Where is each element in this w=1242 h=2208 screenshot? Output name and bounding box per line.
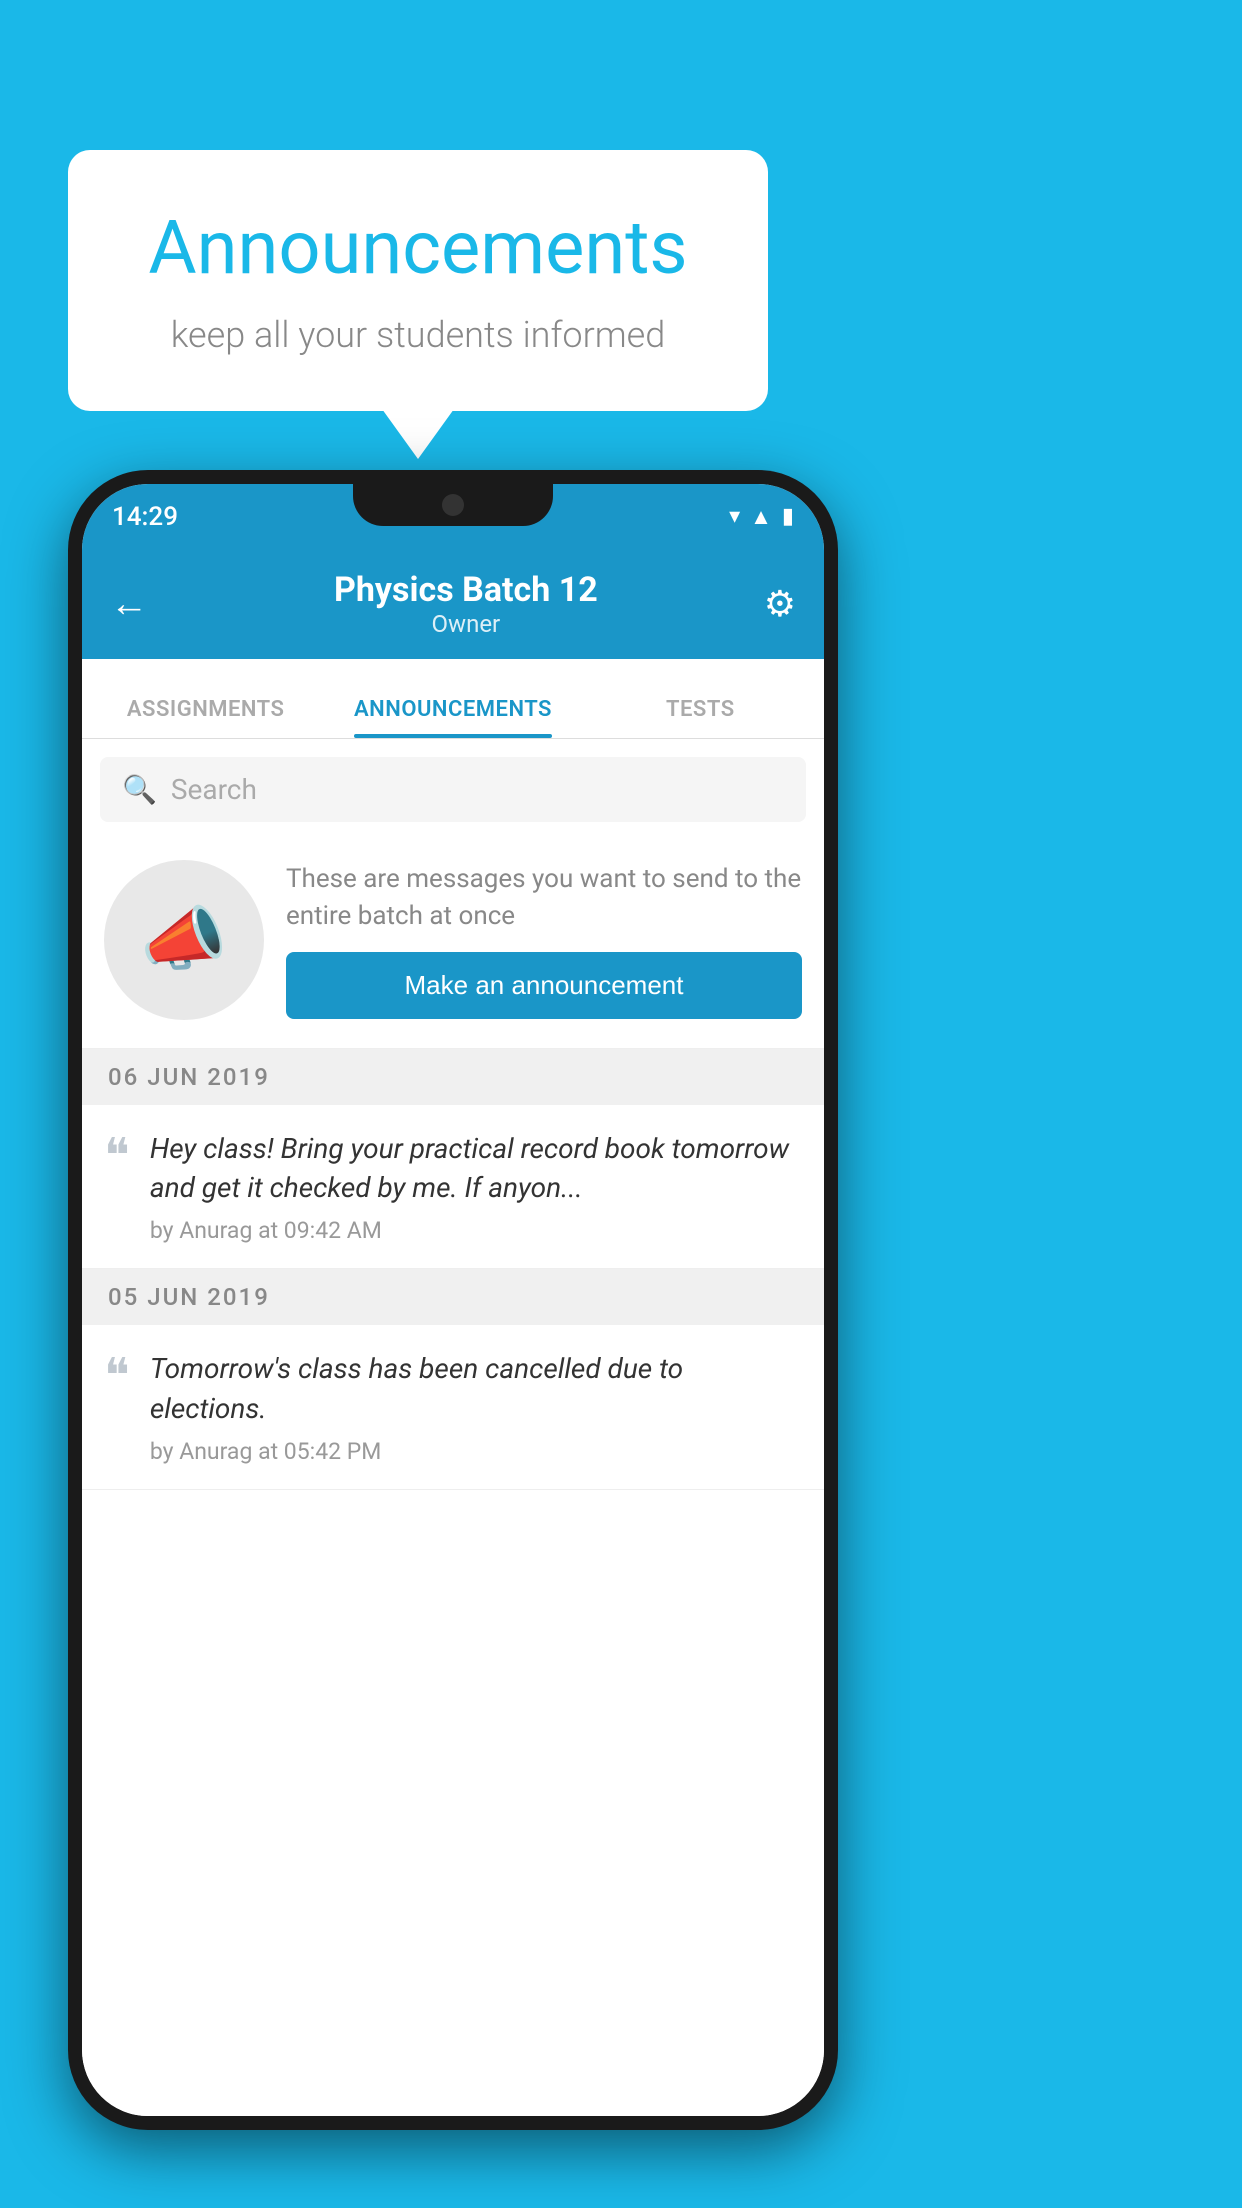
app-bar-title-container: Physics Batch 12 Owner: [168, 570, 764, 638]
quote-icon-1: ❝: [104, 1133, 130, 1181]
search-bar[interactable]: 🔍 Search: [100, 757, 806, 822]
speech-bubble: Announcements keep all your students inf…: [68, 150, 768, 411]
announcement-meta-2: by Anurag at 05:42 PM: [150, 1438, 802, 1465]
settings-button[interactable]: ⚙: [764, 583, 796, 625]
announcement-item-2: ❝ Tomorrow's class has been cancelled du…: [82, 1325, 824, 1489]
speech-bubble-title: Announcements: [128, 205, 708, 292]
phone-frame: 14:29 ▾ ▲ ▮ ← Physics Batch 12 Owner ⚙: [68, 470, 838, 2130]
search-placeholder: Search: [171, 773, 257, 806]
battery-icon: ▮: [782, 504, 794, 529]
phone-notch: [353, 484, 553, 526]
announcement-content-2: Tomorrow's class has been cancelled due …: [150, 1349, 802, 1464]
announcement-item-1: ❝ Hey class! Bring your practical record…: [82, 1105, 824, 1269]
search-icon: 🔍: [122, 773, 157, 806]
tabs-bar: ASSIGNMENTS ANNOUNCEMENTS TESTS: [82, 659, 824, 739]
status-icons: ▾ ▲ ▮: [729, 504, 794, 530]
promo-description: These are messages you want to send to t…: [286, 861, 802, 934]
announcement-content-1: Hey class! Bring your practical record b…: [150, 1129, 802, 1244]
app-bar: ← Physics Batch 12 Owner ⚙: [82, 549, 824, 659]
megaphone-icon: 📣: [140, 899, 227, 981]
content-area: 🔍 Search 📣 These are messages you want t…: [82, 739, 824, 2116]
tab-assignments[interactable]: ASSIGNMENTS: [82, 697, 329, 738]
quote-icon-2: ❝: [104, 1353, 130, 1401]
wifi-icon: ▾: [729, 504, 740, 529]
make-announcement-button[interactable]: Make an announcement: [286, 952, 802, 1019]
tab-tests[interactable]: TESTS: [577, 697, 824, 738]
speech-bubble-subtitle: keep all your students informed: [128, 314, 708, 356]
tab-announcements[interactable]: ANNOUNCEMENTS: [329, 697, 576, 738]
promo-content: These are messages you want to send to t…: [286, 861, 802, 1019]
signal-icon: ▲: [750, 504, 772, 530]
promo-icon-circle: 📣: [104, 860, 264, 1020]
announcement-meta-1: by Anurag at 09:42 AM: [150, 1217, 802, 1244]
status-time: 14:29: [112, 502, 178, 532]
back-button[interactable]: ←: [110, 582, 148, 626]
announcement-text-2: Tomorrow's class has been cancelled due …: [150, 1349, 802, 1427]
front-camera: [442, 494, 464, 516]
app-bar-subtitle: Owner: [168, 610, 764, 638]
announcement-text-1: Hey class! Bring your practical record b…: [150, 1129, 802, 1207]
phone-container: 14:29 ▾ ▲ ▮ ← Physics Batch 12 Owner ⚙: [68, 470, 838, 2130]
speech-bubble-container: Announcements keep all your students inf…: [68, 150, 768, 411]
date-divider-1: 06 JUN 2019: [82, 1049, 824, 1105]
phone-screen: 14:29 ▾ ▲ ▮ ← Physics Batch 12 Owner ⚙: [82, 484, 824, 2116]
app-bar-title: Physics Batch 12: [168, 570, 764, 610]
date-divider-2: 05 JUN 2019: [82, 1269, 824, 1325]
promo-section: 📣 These are messages you want to send to…: [82, 832, 824, 1049]
